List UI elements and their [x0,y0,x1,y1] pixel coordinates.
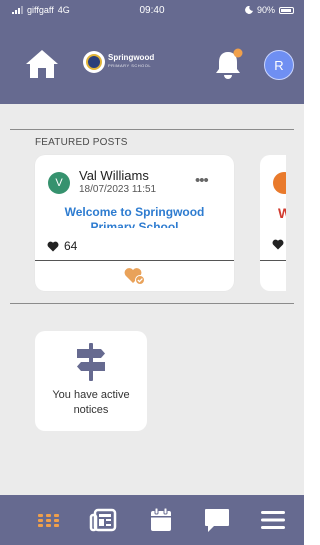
section-divider [10,303,294,304]
calendar-icon[interactable] [146,505,176,535]
top-divider [10,129,294,130]
battery-percent: 90% [256,5,275,15]
user-avatar[interactable]: R [264,50,294,80]
author-avatar-2 [273,172,286,194]
post-title-2[interactable]: W [278,205,286,221]
battery-icon [279,6,294,14]
post-date: 18/07/2023 11:51 [79,184,157,195]
post-title[interactable]: Welcome to Springwood Primary School [43,205,226,228]
notice-text: You have active notices [52,389,130,416]
post-author: Val Williams [79,168,149,183]
dashboard-icon[interactable] [34,505,64,535]
moon-icon [245,6,253,14]
home-icon[interactable] [25,49,59,79]
menu-icon[interactable] [258,505,288,535]
school-crest-icon [83,51,105,73]
likes-number: 64 [64,239,78,253]
messages-icon[interactable] [202,505,232,535]
notification-dot [233,48,243,58]
heart-react-icon[interactable] [124,267,146,285]
bottom-nav [0,495,304,545]
logo-name: Springwood [108,53,155,62]
status-bar: giffgaff 4G 09:40 90% [0,0,304,20]
featured-post-card-2[interactable]: W [260,155,286,291]
news-icon[interactable] [89,505,119,535]
app-header: Springwood PRIMARY SCHOOL R [0,20,304,104]
card-divider-2 [260,260,286,261]
signpost-icon [77,343,105,381]
heart-icon-2 [272,239,284,250]
featured-posts-title: FEATURED POSTS [35,137,128,148]
card-divider [35,260,234,261]
author-avatar: V [48,172,70,194]
more-options-icon[interactable]: ••• [195,173,209,188]
notices-card[interactable]: You have active notices [35,331,147,431]
heart-icon [47,241,59,251]
school-logo: Springwood PRIMARY SCHOOL [83,51,154,73]
logo-subtitle: PRIMARY SCHOOL [108,63,152,68]
bell-icon[interactable] [213,48,243,80]
featured-post-card[interactable]: V Val Williams 18/07/2023 11:51 ••• Welc… [35,155,234,291]
like-count: 64 [47,239,77,253]
